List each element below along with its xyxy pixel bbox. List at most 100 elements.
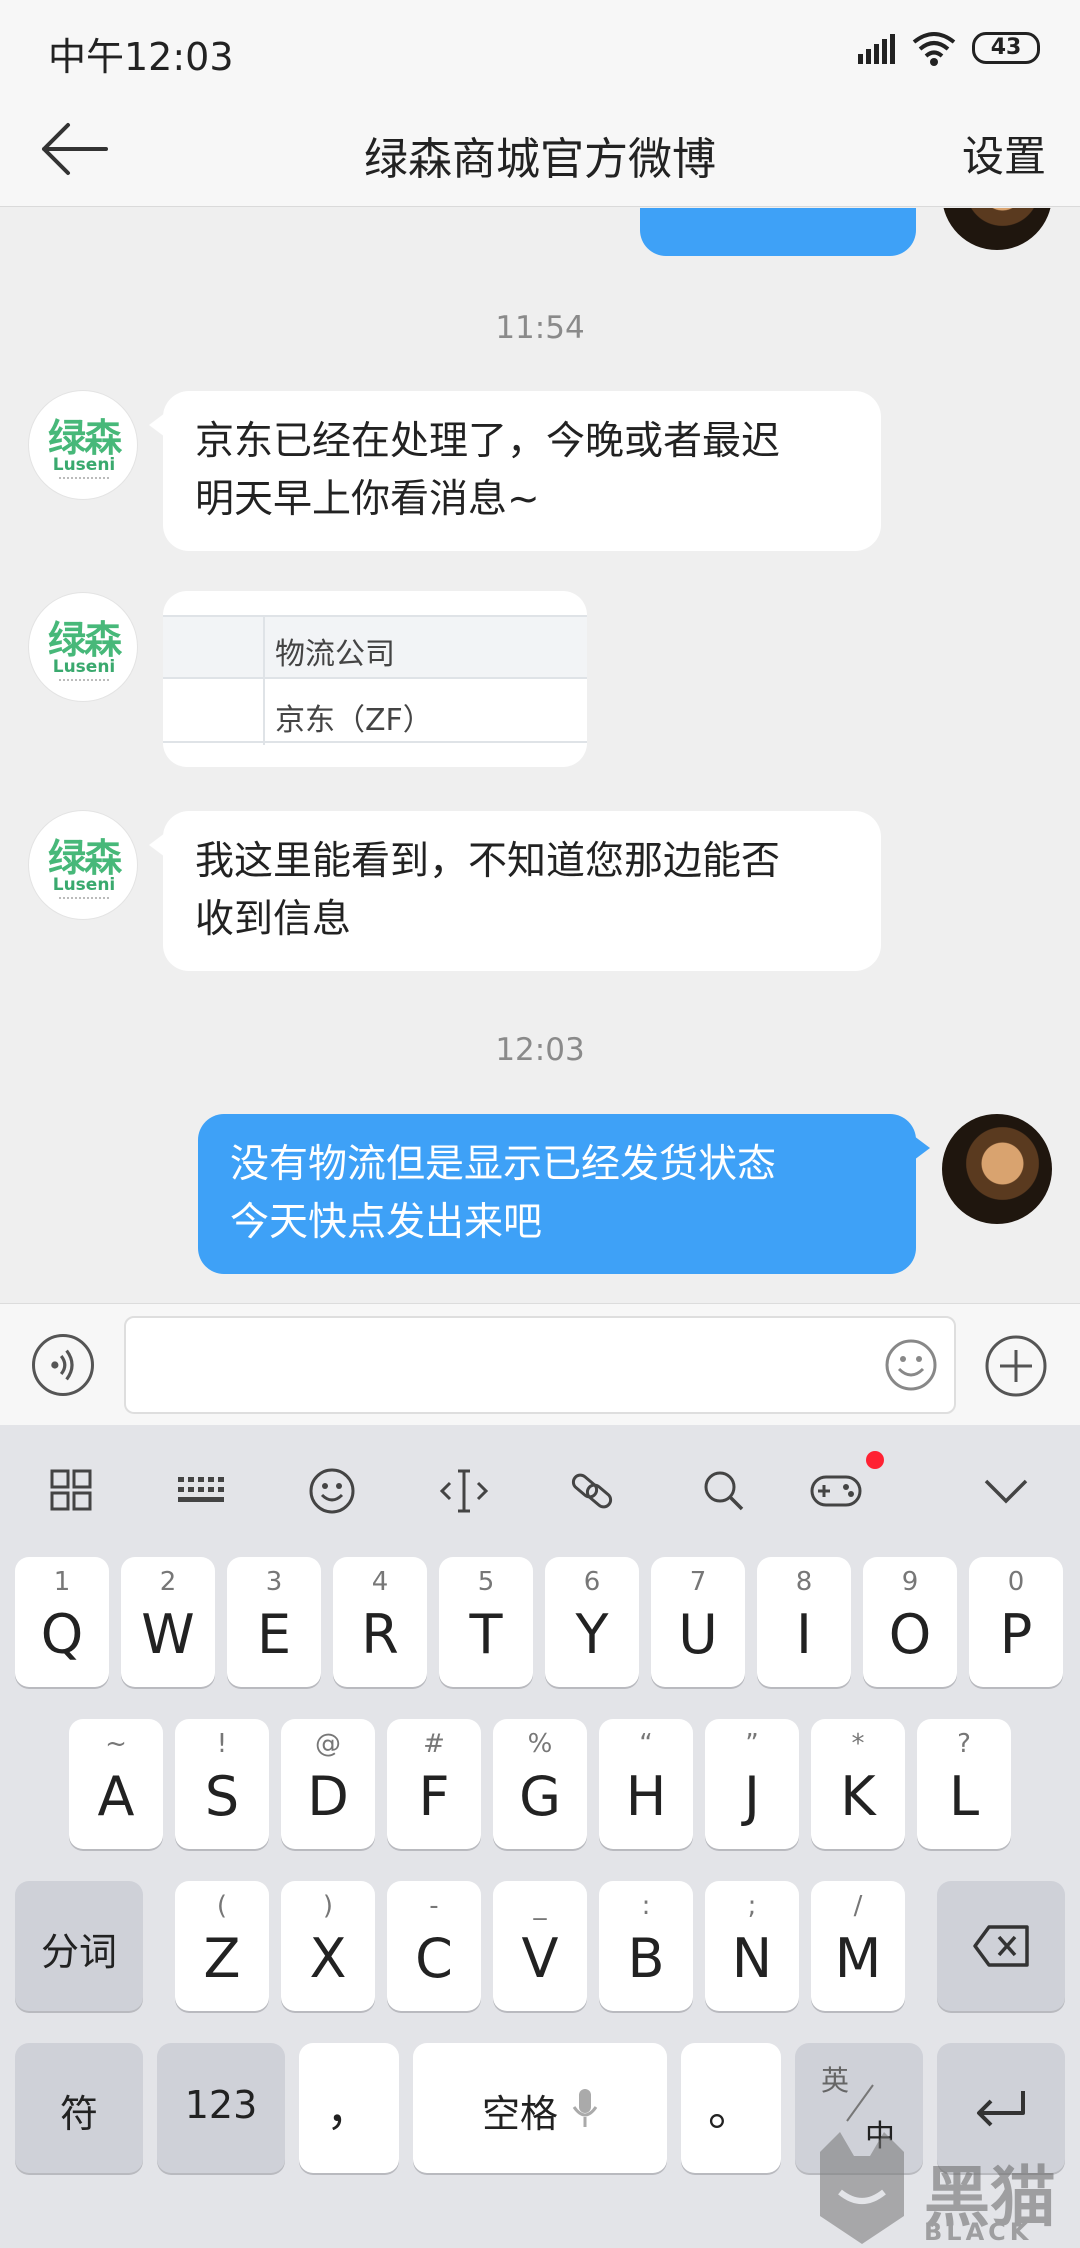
message-input[interactable] <box>124 1316 956 1414</box>
message-input-bar <box>0 1303 1080 1425</box>
brand-avatar-logo-subtext: Luseni <box>52 657 116 677</box>
key-a[interactable]: ~ A <box>69 1719 163 1849</box>
key-sub-label: - <box>429 1891 439 1921</box>
message-line: 没有物流但是显示已经发货状态 <box>230 1142 777 1187</box>
brand-avatar-logo-subtext: Luseni <box>52 455 116 475</box>
key-segment[interactable]: 分词 <box>15 1881 143 2011</box>
key-f[interactable]: # F <box>387 1719 481 1849</box>
period-key[interactable]: 。 <box>681 2043 781 2173</box>
key-label: 。 <box>708 2082 754 2136</box>
brand-avatar-dots <box>59 897 109 900</box>
key-l[interactable]: ? L <box>917 1719 1011 1849</box>
key-label: L <box>948 1765 980 1828</box>
key-c[interactable]: -C <box>387 1881 481 2011</box>
key-sub-label: 1 <box>53 1567 71 1597</box>
key-label: O <box>888 1603 932 1666</box>
chat-message-list[interactable]: 11:54 绿森 Luseni 京东已经在处理了，今晚或者最迟 明天早上你看消息… <box>0 208 1080 1303</box>
message-bubble-partial[interactable] <box>640 208 916 256</box>
key-p[interactable]: 0P <box>969 1557 1063 1687</box>
key-j[interactable]: ” J <box>705 1719 799 1849</box>
key-m[interactable]: / M <box>811 1881 905 2011</box>
key-label: S <box>204 1765 240 1828</box>
voice-icon[interactable] <box>32 1334 94 1396</box>
key-label: E <box>256 1603 292 1666</box>
key-w[interactable]: 2W <box>121 1557 215 1687</box>
key-n[interactable]: ; N <box>705 1881 799 2011</box>
key-sub-label: ? <box>957 1729 971 1759</box>
key-label: 分词 <box>40 1930 117 1974</box>
key-label: Q <box>40 1603 84 1666</box>
emoji-icon[interactable] <box>302 1463 362 1519</box>
gamepad-icon[interactable] <box>806 1463 866 1519</box>
key-label: T <box>469 1603 503 1666</box>
key-s[interactable]: ! S <box>175 1719 269 1849</box>
key-v[interactable]: _ V <box>493 1881 587 2011</box>
message-bubble-sent[interactable]: 没有物流但是显示已经发货状态 今天快点发出来吧 <box>198 1114 930 1274</box>
key-label: J <box>744 1765 760 1828</box>
watermark-subtitle: BLACK CAT <box>924 2218 1033 2248</box>
key-sub-label: % <box>527 1729 553 1759</box>
key-t[interactable]: 5T <box>439 1557 533 1687</box>
collapse-keyboard-icon[interactable] <box>976 1463 1036 1519</box>
slash-divider <box>846 2084 874 2122</box>
message-line: 明天早上你看消息~ <box>195 477 540 522</box>
key-sub-label: _ <box>533 1891 547 1921</box>
key-i[interactable]: 8I <box>757 1557 851 1687</box>
key-r[interactable]: 4R <box>333 1557 427 1687</box>
emoji-icon[interactable] <box>884 1338 938 1392</box>
microphone-icon <box>572 2089 598 2127</box>
key-sub-label: 3 <box>265 1567 283 1597</box>
message-image-bubble[interactable]: 物流公司 京东（ZF） <box>163 591 587 767</box>
key-label: I <box>796 1603 812 1666</box>
key-k[interactable]: * K <box>811 1719 905 1849</box>
message-line: 京东已经在处理了，今晚或者最迟 <box>195 419 781 464</box>
key-g[interactable]: % G <box>493 1719 587 1849</box>
key-sub-label: 9 <box>901 1567 919 1597</box>
cat-logo-icon <box>820 2132 904 2244</box>
backspace-key[interactable] <box>937 1881 1065 2011</box>
comma-key[interactable]: ， <box>299 2043 399 2173</box>
keyboard-icon[interactable] <box>172 1463 232 1519</box>
key-z[interactable]: (Z <box>175 1881 269 2011</box>
key-label: F <box>418 1765 450 1828</box>
number-key[interactable]: 123 <box>157 2043 285 2173</box>
search-icon[interactable] <box>694 1463 754 1519</box>
key-label: X <box>309 1927 347 1990</box>
symbol-key[interactable]: 符 <box>15 2043 143 2173</box>
key-u[interactable]: 7U <box>651 1557 745 1687</box>
message-bubble-received[interactable]: 我这里能看到，不知道您那边能否 收到信息 <box>149 811 881 971</box>
add-icon[interactable] <box>984 1334 1048 1398</box>
key-sub-label: 2 <box>159 1567 177 1597</box>
key-h[interactable]: “H <box>599 1719 693 1849</box>
key-label: P <box>999 1603 1033 1666</box>
space-key[interactable]: 空格 <box>413 2043 667 2173</box>
key-y[interactable]: 6Y <box>545 1557 639 1687</box>
key-o[interactable]: 9O <box>863 1557 957 1687</box>
key-label: A <box>97 1765 135 1828</box>
chat-header: 绿森商城官方微博 设置 <box>0 95 1080 207</box>
clip-icon[interactable] <box>562 1463 622 1519</box>
key-q[interactable]: 1Q <box>15 1557 109 1687</box>
brand-avatar[interactable]: 绿森 Luseni <box>28 390 138 500</box>
key-e[interactable]: 3E <box>227 1557 321 1687</box>
key-b[interactable]: :B <box>599 1881 693 2011</box>
brand-avatar[interactable]: 绿森 Luseni <box>28 810 138 920</box>
user-avatar[interactable] <box>942 208 1052 250</box>
cursor-icon[interactable] <box>434 1463 494 1519</box>
user-avatar[interactable] <box>942 1114 1052 1224</box>
grid-icon[interactable] <box>42 1463 102 1519</box>
message-bubble-received[interactable]: 京东已经在处理了，今晚或者最迟 明天早上你看消息~ <box>149 391 881 551</box>
key-x[interactable]: ) X <box>281 1881 375 2011</box>
key-sub-label: ~ <box>105 1729 127 1759</box>
brand-avatar-logo-subtext: Luseni <box>52 875 116 895</box>
signal-icon <box>858 34 895 64</box>
timestamp: 11:54 <box>495 310 585 346</box>
settings-button[interactable]: 设置 <box>962 123 1046 184</box>
brand-avatar[interactable]: 绿森 Luseni <box>28 592 138 702</box>
image-table-header-cell: 物流公司 <box>275 637 395 672</box>
key-sub-label: 8 <box>795 1567 813 1597</box>
keyboard-toolbar <box>0 1425 1080 1555</box>
key-sub-label: 7 <box>689 1567 707 1597</box>
key-label: 符 <box>59 2092 98 2136</box>
key-d[interactable]: @ D <box>281 1719 375 1849</box>
